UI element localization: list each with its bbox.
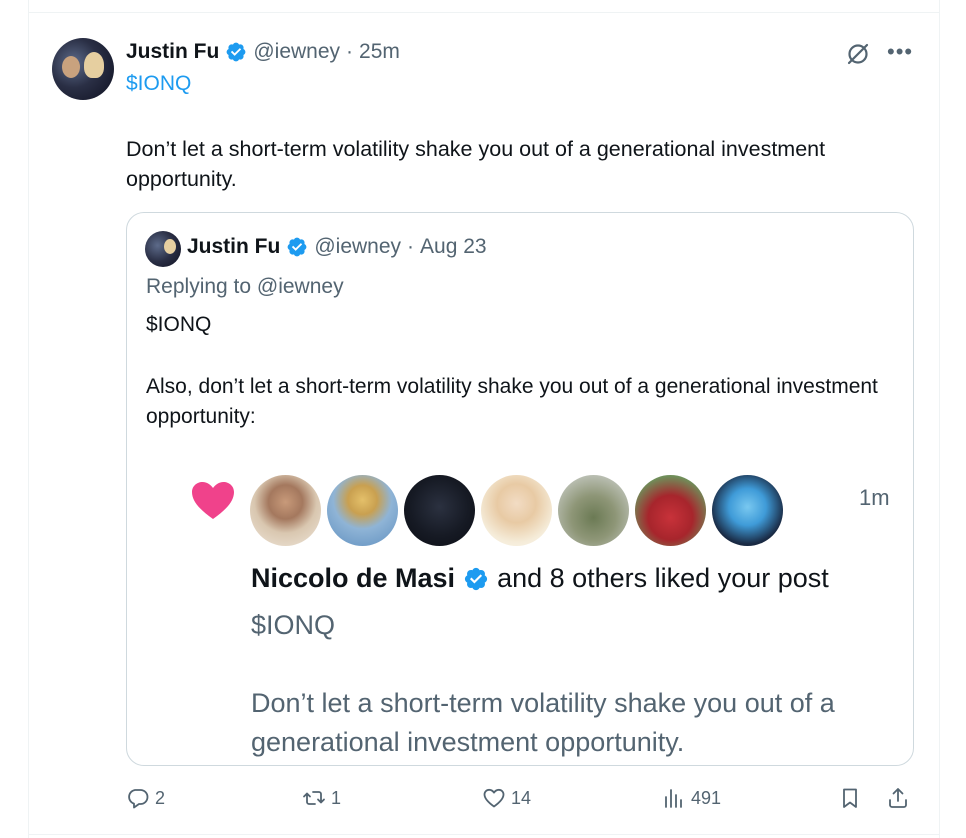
like-button[interactable]: 14: [482, 786, 531, 810]
tweet-text: Don’t let a short-term volatility shake …: [126, 137, 826, 191]
like-count: 14: [511, 787, 532, 808]
repost-count: 1: [331, 787, 342, 808]
author-handle[interactable]: @iewney: [253, 40, 340, 64]
divider-bottom: [28, 834, 940, 835]
views-icon: [665, 789, 682, 808]
liker-avatar: [558, 475, 629, 546]
quoted-cashtag: $IONQ: [146, 313, 212, 336]
quoted-author-avatar: [145, 231, 181, 267]
liker-name: Niccolo de Masi: [251, 563, 456, 593]
separator-dot: ·: [407, 235, 415, 258]
reply-count: 2: [155, 787, 166, 808]
liked-text: and 8 others liked your post: [497, 563, 829, 593]
author-name[interactable]: Justin Fu: [126, 40, 219, 64]
verified-badge-icon: [464, 567, 488, 590]
liker-avatar: [404, 475, 475, 546]
views-count: 491: [691, 787, 722, 808]
liker-avatar: [712, 475, 783, 546]
share-button[interactable]: [886, 786, 910, 810]
divider-top: [28, 12, 940, 13]
verified-badge-icon: [226, 42, 246, 62]
tweet-time[interactable]: 25m: [359, 40, 400, 64]
repost-icon: [303, 791, 325, 805]
grok-icon[interactable]: [845, 41, 871, 67]
like-icon: [483, 788, 505, 808]
repost-button[interactable]: 1: [302, 786, 341, 810]
notification-time: 1m: [859, 485, 890, 510]
notification-post-text: Don’t let a short-term volatility shake …: [251, 688, 835, 757]
liker-avatar: [635, 475, 706, 546]
notification-cashtag: $IONQ: [251, 610, 336, 640]
quoted-tweet-text: Also, don’t let a short-term volatility …: [146, 375, 878, 428]
share-icon: [889, 788, 907, 808]
tweet-header: Justin Fu @iewney · 25m: [126, 38, 400, 66]
quoted-tweet-time: Aug 23: [420, 235, 487, 258]
more-icon[interactable]: •••: [887, 40, 913, 64]
replying-to-label: Replying to @iewney: [146, 275, 344, 298]
views-button[interactable]: 491: [662, 786, 721, 810]
liker-avatar: [481, 475, 552, 546]
quoted-tweet-card[interactable]: Justin Fu @iewney · Aug 23 Replying to @…: [126, 212, 914, 766]
verified-badge-icon: [287, 237, 307, 257]
liker-avatar: [250, 475, 321, 546]
separator-dot: ·: [346, 40, 354, 63]
reply-button[interactable]: 2: [126, 786, 165, 810]
reply-icon: [128, 789, 149, 809]
quoted-author-name: Justin Fu: [187, 235, 281, 258]
cashtag-link[interactable]: $IONQ: [126, 72, 191, 96]
notification-line: Niccolo de Masi and 8 others liked your …: [251, 563, 829, 594]
bookmark-icon: [843, 788, 857, 808]
action-bar: 2 1 14 491: [126, 786, 916, 816]
quoted-author-handle: @iewney: [314, 235, 402, 258]
liker-avatar: [327, 475, 398, 546]
heart-icon: [192, 482, 234, 519]
bookmark-button[interactable]: [838, 786, 862, 810]
quoted-tweet-header: Justin Fu @iewney · Aug 23: [187, 235, 487, 259]
author-avatar[interactable]: [52, 38, 114, 100]
